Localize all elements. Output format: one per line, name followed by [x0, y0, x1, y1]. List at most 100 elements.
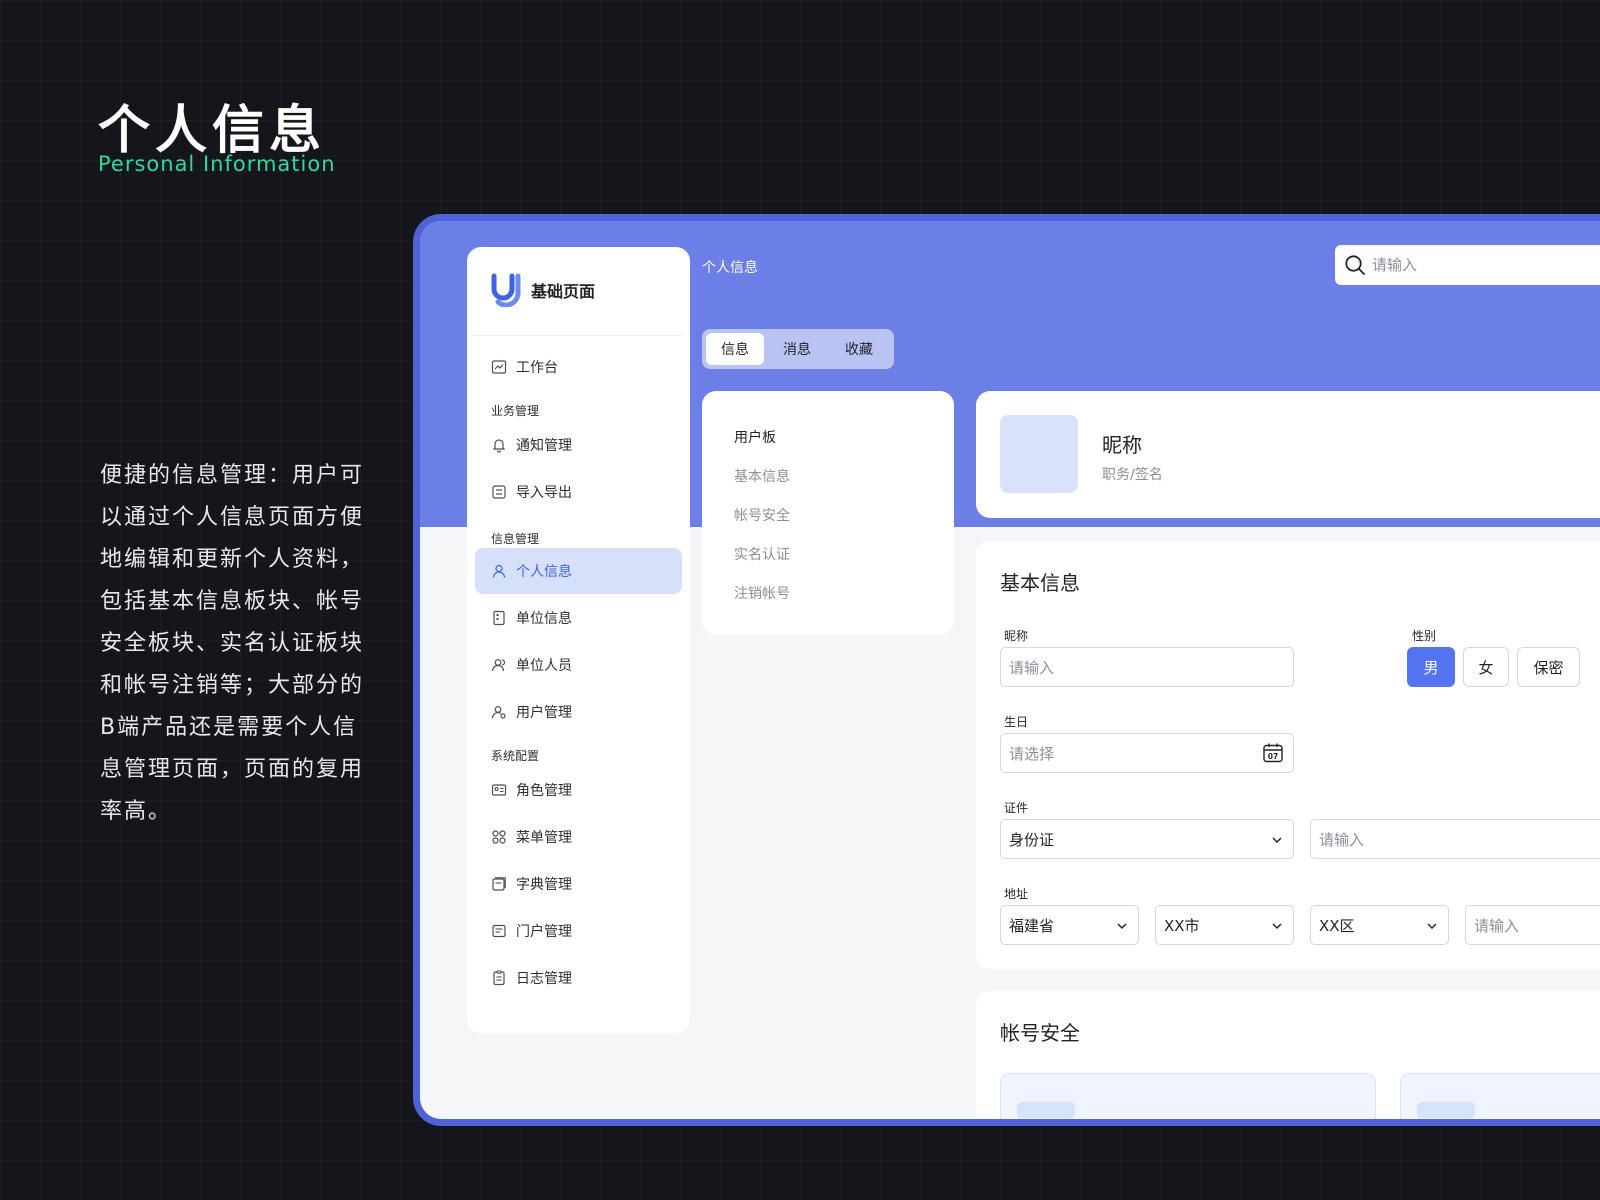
sidebar-item-label: 通知管理 — [516, 438, 572, 454]
id-number-input[interactable]: 请输入 — [1310, 819, 1600, 859]
search-box[interactable] — [1335, 245, 1600, 285]
security-option-tag — [1017, 1102, 1075, 1118]
sidebar-item-menus[interactable]: 菜单管理 — [475, 814, 682, 860]
portal-icon — [492, 924, 506, 938]
birthday-label: 生日 — [1004, 715, 1029, 729]
address-detail-input[interactable]: 请输入 — [1465, 905, 1600, 945]
province-value: 福建省 — [1009, 916, 1055, 935]
birthday-placeholder: 请选择 — [1009, 744, 1055, 763]
chevron-down-icon — [1272, 923, 1282, 930]
id-type-value: 身份证 — [1009, 830, 1055, 849]
province-select[interactable]: 福建省 — [1000, 905, 1139, 945]
bell-icon — [492, 439, 506, 453]
user-panel: 用户板 基本信息 帐号安全 实名认证 注销帐号 — [702, 391, 954, 635]
sidebar-item-dictionary[interactable]: 字典管理 — [475, 861, 682, 907]
nickname-label: 昵称 — [1004, 629, 1029, 643]
security-option-card[interactable] — [1000, 1073, 1376, 1119]
breadcrumb[interactable]: 个人信息 — [702, 257, 758, 277]
sidebar-item-import-export[interactable]: 导入导出 — [475, 469, 682, 515]
brand[interactable]: 基础页面 — [489, 273, 595, 307]
security-option-card[interactable] — [1400, 1073, 1600, 1119]
sidebar-item-label: 菜单管理 — [516, 830, 572, 846]
sidebar-item-label: 用户管理 — [516, 705, 572, 721]
users-icon — [491, 659, 506, 672]
search-icon — [1345, 255, 1365, 275]
chevron-down-icon — [1272, 837, 1282, 844]
sidebar-group-business: 业务管理 — [491, 404, 540, 418]
brand-name: 基础页面 — [531, 282, 596, 301]
tab-messages[interactable]: 消息 — [768, 333, 826, 365]
account-security-title: 帐号安全 — [1000, 1021, 1080, 1045]
user-panel-item-deactivate[interactable]: 注销帐号 — [734, 583, 790, 603]
id-label: 证件 — [1004, 801, 1029, 815]
district-value: XX区 — [1319, 916, 1355, 935]
basic-info-title: 基本信息 — [1000, 571, 1080, 595]
gender-female-button[interactable]: 女 — [1463, 647, 1509, 687]
sidebar-item-label: 工作台 — [516, 360, 558, 376]
sidebar: 基础页面 工作台 业务管理 通知管理 导入导出 信息管理 个人信息 单位信息 单… — [467, 247, 690, 1033]
sidebar-item-unit-staff[interactable]: 单位人员 — [475, 642, 682, 688]
sidebar-item-label: 角色管理 — [516, 783, 572, 799]
tab-favorites[interactable]: 收藏 — [830, 333, 888, 365]
tab-bar: 信息 消息 收藏 — [702, 329, 894, 369]
gender-secret-button[interactable]: 保密 — [1517, 647, 1580, 687]
log-icon — [493, 970, 505, 986]
gender-male-button[interactable]: 男 — [1407, 647, 1455, 687]
chevron-down-icon — [1427, 923, 1437, 930]
nickname-input[interactable]: 请输入 — [1000, 647, 1294, 687]
book-icon — [492, 877, 506, 891]
uj-logo-icon — [491, 273, 521, 307]
account-security-card: 帐号安全 — [976, 991, 1600, 1119]
gender-label: 性别 — [1412, 629, 1437, 643]
sidebar-item-personal-info[interactable]: 个人信息 — [475, 548, 682, 594]
id-card-icon — [491, 784, 507, 796]
city-value: XX市 — [1164, 916, 1200, 935]
sidebar-item-label: 门户管理 — [516, 924, 572, 940]
id-type-select[interactable]: 身份证 — [1000, 819, 1294, 859]
import-export-icon — [492, 485, 506, 499]
user-panel-item-basic-info[interactable]: 基本信息 — [734, 466, 790, 486]
tab-info[interactable]: 信息 — [706, 333, 764, 365]
hero-subtitle: Personal Information — [98, 152, 336, 176]
user-manage-icon — [491, 706, 506, 719]
profile-signature: 职务/签名 — [1102, 467, 1163, 483]
search-input[interactable] — [1372, 256, 1600, 274]
user-panel-title: 用户板 — [734, 430, 776, 446]
sidebar-group-system: 系统配置 — [491, 749, 540, 763]
sidebar-item-label: 单位人员 — [516, 658, 572, 674]
sidebar-divider — [473, 335, 684, 336]
building-icon — [493, 610, 505, 626]
chart-icon — [491, 360, 507, 374]
hero-description: 便捷的信息管理：用户可以通过个人信息页面方便地编辑和更新个人资料，包括基本信息板… — [100, 463, 365, 824]
sidebar-item-unit-info[interactable]: 单位信息 — [475, 595, 682, 641]
sidebar-item-roles[interactable]: 角色管理 — [475, 767, 682, 813]
chevron-down-icon — [1117, 923, 1127, 930]
sidebar-item-label: 字典管理 — [516, 877, 572, 893]
sidebar-item-notifications[interactable]: 通知管理 — [475, 422, 682, 468]
address-label: 地址 — [1004, 887, 1029, 901]
grid-icon — [492, 830, 506, 844]
sidebar-group-info: 信息管理 — [491, 532, 540, 546]
birthday-picker[interactable]: 请选择 07 — [1000, 733, 1294, 773]
sidebar-item-workbench[interactable]: 工作台 — [475, 344, 682, 390]
sidebar-item-user-management[interactable]: 用户管理 — [475, 689, 682, 735]
user-panel-item-account-security[interactable]: 帐号安全 — [734, 505, 790, 525]
sidebar-item-portal[interactable]: 门户管理 — [475, 908, 682, 954]
sidebar-item-logs[interactable]: 日志管理 — [475, 955, 682, 1001]
app-window: 基础页面 工作台 业务管理 通知管理 导入导出 信息管理 个人信息 单位信息 单… — [413, 214, 1600, 1126]
avatar[interactable] — [1000, 415, 1078, 493]
calendar-day: 07 — [1268, 752, 1278, 761]
city-select[interactable]: XX市 — [1155, 905, 1294, 945]
sidebar-item-label: 单位信息 — [516, 611, 572, 627]
sidebar-item-label: 个人信息 — [516, 564, 572, 580]
calendar-icon[interactable]: 07 — [1262, 742, 1284, 764]
sidebar-item-label: 日志管理 — [516, 971, 572, 987]
sidebar-item-label: 导入导出 — [516, 485, 572, 501]
security-option-tag — [1417, 1102, 1475, 1118]
district-select[interactable]: XX区 — [1310, 905, 1449, 945]
profile-card: 昵称 职务/签名 — [976, 391, 1600, 518]
user-icon — [492, 564, 506, 578]
basic-info-card: 基本信息 昵称 请输入 性别 男 女 保密 生日 请选择 07 证件 身份证 请… — [976, 541, 1600, 969]
user-panel-item-real-name[interactable]: 实名认证 — [734, 544, 790, 564]
profile-nickname: 昵称 — [1102, 433, 1142, 457]
